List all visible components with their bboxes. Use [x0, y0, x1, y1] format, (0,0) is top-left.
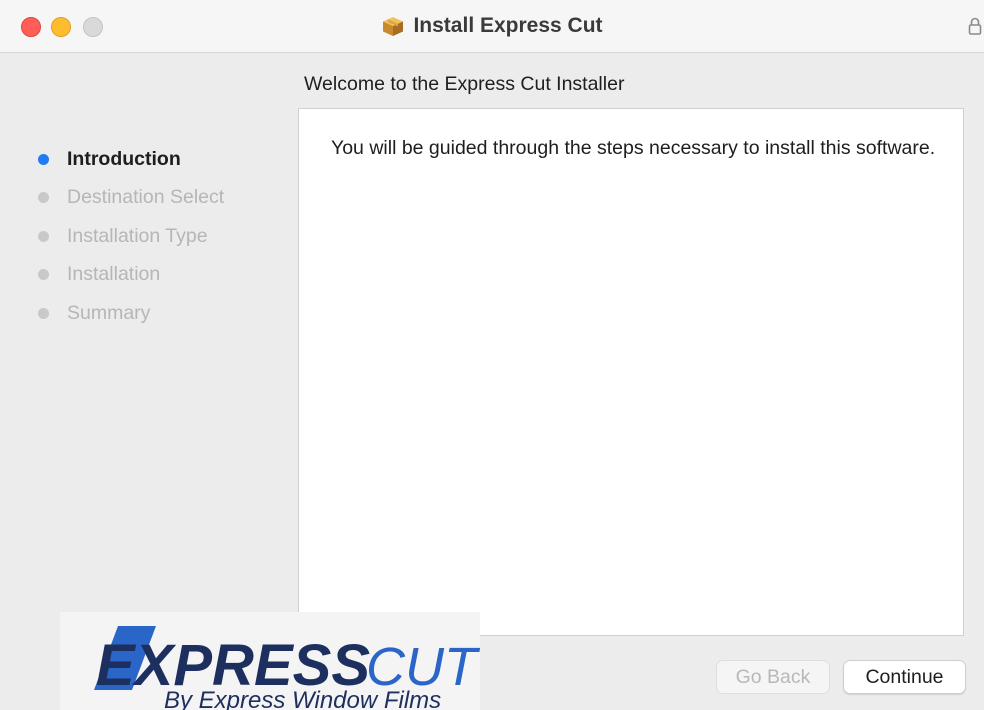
- window-title: Install Express Cut: [413, 14, 603, 37]
- continue-button[interactable]: Continue: [843, 660, 966, 694]
- step-indicator-dot: [38, 269, 49, 281]
- step-indicator-dot: [38, 192, 49, 204]
- step-label: Summary: [67, 301, 151, 324]
- express-cut-logo: EXPRESS CUT By Express Window Films: [60, 612, 480, 710]
- page-heading: Welcome to the Express Cut Installer: [304, 73, 625, 95]
- step-label: Introduction: [67, 147, 181, 170]
- go-back-button[interactable]: Go Back: [716, 660, 830, 694]
- package-icon: [383, 17, 404, 36]
- step-destination-select: Destination Select: [38, 179, 224, 218]
- installer-steps: Introduction Destination Select Installa…: [38, 140, 224, 333]
- step-label: Installation: [67, 263, 161, 286]
- step-summary: Summary: [38, 294, 224, 333]
- step-indicator-dot: [38, 153, 49, 165]
- content-panel: You will be guided through the steps nec…: [298, 108, 964, 636]
- step-installation-type: Installation Type: [38, 217, 224, 256]
- lock-icon: [968, 17, 982, 35]
- window-title-group: Install Express Cut: [0, 0, 984, 52]
- installer-window: Install Express Cut Welcome to the Expre…: [0, 0, 984, 710]
- step-introduction: Introduction: [38, 140, 224, 179]
- step-label: Installation Type: [67, 224, 208, 247]
- express-cut-logo-graphic: EXPRESS CUT By Express Window Films: [94, 626, 480, 710]
- step-installation: Installation: [38, 256, 224, 295]
- intro-text: You will be guided through the steps nec…: [331, 137, 936, 159]
- step-label: Destination Select: [67, 186, 225, 209]
- step-indicator-dot: [38, 230, 49, 242]
- title-bar: Install Express Cut: [0, 0, 984, 53]
- step-indicator-dot: [38, 307, 49, 319]
- logo-tagline: By Express Window Films: [164, 687, 441, 710]
